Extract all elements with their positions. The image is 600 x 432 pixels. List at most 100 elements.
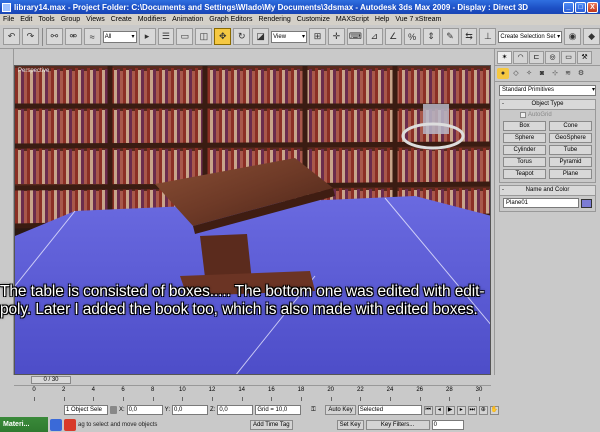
select-by-name-icon[interactable]: ☰ [157,28,175,45]
motion-tab-icon[interactable]: ◎ [545,51,560,64]
menu-modifiers[interactable]: Modifiers [138,16,166,23]
z-field[interactable]: 0,0 [217,405,254,415]
systems-icon[interactable]: ⚙ [575,68,587,79]
display-tab-icon[interactable]: ▭ [561,51,576,64]
move-icon[interactable]: ✥ [214,28,232,45]
align-icon[interactable]: ⊥ [479,28,497,45]
tube-button[interactable]: Tube [549,145,592,155]
time-slider[interactable]: 0 / 30 [14,375,491,385]
menu-create[interactable]: Create [111,16,132,23]
zoom-icon[interactable]: ⊕ [478,405,488,415]
manipulate-icon[interactable]: ✛ [327,28,345,45]
menu-views[interactable]: Views [86,16,105,23]
snap-icon[interactable]: ⊿ [365,28,383,45]
goto-start-icon[interactable]: ⏮ [423,405,433,415]
hierarchy-tab-icon[interactable]: ⊏ [529,51,544,64]
key-filters-button[interactable]: Key Filters... [365,419,430,430]
perspective-viewport[interactable]: Perspective [14,65,491,375]
menu-customize[interactable]: Customize [297,16,330,23]
spinner-snap-icon[interactable]: ⇕ [422,28,440,45]
torus-button[interactable]: Torus [503,157,546,167]
key-mode-select[interactable]: Selected [357,405,422,415]
unlink-icon[interactable]: ⚮ [64,28,82,45]
sphere-button[interactable]: Sphere [503,133,546,143]
render-icon[interactable]: ◆ [583,28,600,45]
taskbar-window-icon[interactable] [50,418,62,431]
named-selection-set-select[interactable]: Create Selection Set ▾ [498,30,563,43]
create-tab-icon[interactable]: ✶ [497,51,512,64]
menu-maxscript[interactable]: MAXScript [336,16,369,23]
menu-animation[interactable]: Animation [172,16,203,23]
tick-label: 2 [61,387,66,393]
prev-frame-icon[interactable]: ◂ [434,405,444,415]
redo-icon[interactable]: ↷ [21,28,39,45]
helpers-icon[interactable]: ⊹ [549,68,561,79]
menu-graph-editors[interactable]: Graph Editors [209,16,252,23]
time-slider-thumb[interactable]: 0 / 30 [31,376,71,384]
taskbar-material-editor[interactable]: Materi... [0,417,48,432]
edit-named-selection-icon[interactable]: ✎ [441,28,459,45]
current-frame-field[interactable]: 0 [431,419,464,430]
name-color-header[interactable]: - Name and Color [500,186,595,196]
create-categories: ● ◇ ✧ ◙ ⊹ ≋ ⚙ [495,66,600,82]
teapot-button[interactable]: Teapot [503,169,546,179]
pivot-icon[interactable]: ⊞ [309,28,326,45]
menu-vue-xstream[interactable]: Vue 7 xStream [395,16,441,23]
menu-rendering[interactable]: Rendering [258,16,290,23]
next-frame-icon[interactable]: ▸ [456,405,466,415]
keyboard-shortcut-icon[interactable]: ⌨ [346,28,364,45]
geosphere-button[interactable]: GeoSphere [549,133,592,143]
set-key-button[interactable]: Set Key [336,419,364,430]
track-bar[interactable]: 0 2 4 6 8 10 12 14 16 18 20 22 24 26 28 30 [14,385,491,403]
undo-icon[interactable]: ↶ [3,28,20,45]
menu-file[interactable]: File [3,16,14,23]
taskbar-close-icon[interactable] [64,418,76,431]
autogrid-checkbox[interactable]: AutoGrid [500,110,595,119]
play-icon[interactable]: ▶ [445,405,455,415]
lock-icon[interactable] [110,406,117,414]
window-crossing-icon[interactable]: ◫ [195,28,213,45]
cone-button[interactable]: Cone [549,121,592,131]
ref-coord-select[interactable]: View ▾ [271,30,307,43]
y-field[interactable]: 0,0 [172,405,209,415]
object-type-header[interactable]: - Object Type [500,100,595,110]
menu-edit[interactable]: Edit [20,16,32,23]
selection-filter-select[interactable]: All ▾ [102,30,137,43]
auto-key-button[interactable]: Auto Key [325,405,356,415]
bind-space-warp-icon[interactable]: ≈ [83,28,101,45]
mirror-icon[interactable]: ⇆ [460,28,478,45]
utilities-tab-icon[interactable]: ⚒ [577,51,592,64]
x-field[interactable]: 0,0 [126,405,163,415]
cameras-icon[interactable]: ◙ [536,68,548,79]
add-time-tag-button[interactable]: Add Time Tag [250,419,293,430]
pyramid-button[interactable]: Pyramid [549,157,592,167]
lights-icon[interactable]: ✧ [523,68,535,79]
select-object-icon[interactable]: ▸ [138,28,156,45]
geometry-icon[interactable]: ● [497,68,509,79]
space-warps-icon[interactable]: ≋ [562,68,574,79]
menu-help[interactable]: Help [375,16,389,23]
select-link-icon[interactable]: ⚯ [45,28,63,45]
rect-selection-icon[interactable]: ▭ [176,28,194,45]
shapes-icon[interactable]: ◇ [510,68,522,79]
material-editor-icon[interactable]: ◉ [564,28,582,45]
minimize-button[interactable]: _ [563,1,574,13]
plane-button[interactable]: Plane [549,169,592,179]
primitive-category-select[interactable]: Standard Primitives ▾ [499,85,596,96]
pan-icon[interactable]: ✋ [489,405,499,415]
object-color-swatch[interactable] [581,198,592,208]
maximize-button[interactable]: □ [575,1,586,13]
modify-tab-icon[interactable]: ◠ [513,51,528,64]
menu-tools[interactable]: Tools [38,16,54,23]
goto-end-icon[interactable]: ⏭ [467,405,477,415]
angle-snap-icon[interactable]: ∠ [384,28,402,45]
viewport-label[interactable]: Perspective [18,68,49,74]
percent-snap-icon[interactable]: % [403,28,421,45]
scale-icon[interactable]: ◪ [252,28,270,45]
rotate-icon[interactable]: ↻ [233,28,251,45]
menu-group[interactable]: Group [61,16,80,23]
close-button[interactable]: X [587,1,598,13]
cylinder-button[interactable]: Cylinder [503,145,546,155]
object-name-field[interactable]: Plane01 [503,198,579,208]
box-button[interactable]: Box [503,121,546,131]
